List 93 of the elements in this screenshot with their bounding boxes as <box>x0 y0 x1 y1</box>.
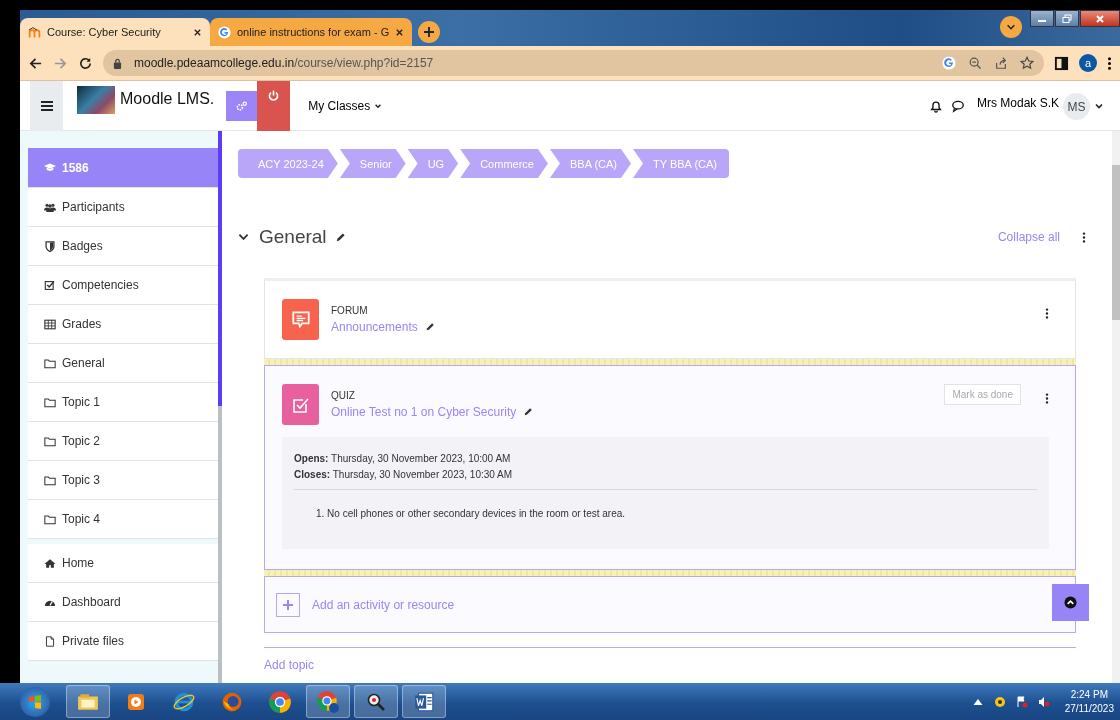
scrollbar[interactable] <box>1112 131 1120 683</box>
close-icon[interactable] <box>1080 10 1120 27</box>
folder-icon <box>44 474 56 486</box>
sidebar-item[interactable]: Private files <box>28 622 218 661</box>
graduation-cap-icon <box>44 162 56 173</box>
activity-type: FORUM <box>331 305 369 316</box>
home-icon <box>44 557 56 569</box>
site-logo-picture <box>77 86 115 114</box>
forum-icon <box>282 299 319 340</box>
pencil-icon[interactable] <box>334 231 346 243</box>
browser-tab[interactable]: online instructions for exam - G <box>210 18 413 46</box>
table-icon <box>44 318 56 330</box>
caret-icon[interactable] <box>1094 101 1104 111</box>
folder-icon <box>44 435 56 447</box>
sidebar-item[interactable]: Dashboard <box>28 583 218 622</box>
zoom-out-icon[interactable] <box>968 56 982 70</box>
sidebar-item[interactable]: Topic 2 <box>28 422 218 461</box>
section-title: General <box>259 226 327 248</box>
message-bubble-icon[interactable] <box>950 99 965 113</box>
side-panel-icon[interactable] <box>1054 55 1069 71</box>
magnifier-icon[interactable] <box>354 685 398 718</box>
plus-icon <box>423 26 436 38</box>
google-logo-icon[interactable] <box>942 56 956 70</box>
tab-title: online instructions for exam - G <box>237 26 390 38</box>
folder-icon <box>44 357 56 369</box>
close-icon[interactable] <box>193 27 202 37</box>
date-line: Closes: Thursday, 30 November 2023, 10:30 AM <box>294 468 514 482</box>
user-name[interactable]: Mrs Modak S.K <box>976 96 1059 110</box>
power-icon <box>267 89 281 102</box>
folder-icon <box>44 396 56 408</box>
chevron-icon[interactable] <box>238 233 249 241</box>
close-icon[interactable] <box>395 27 405 37</box>
word-document-icon[interactable] <box>402 685 446 718</box>
more-options-icon[interactable] <box>1107 55 1112 71</box>
windows-logo-icon <box>27 693 43 710</box>
moodle-logo-icon <box>28 25 41 39</box>
sidebar-item[interactable]: Topic 1 <box>28 383 218 422</box>
sidebar-item[interactable]: Topic 3 <box>28 461 218 500</box>
notification-bell-icon[interactable] <box>928 99 943 113</box>
tab-title: Course: Cyber Security <box>47 26 162 38</box>
restore-icon[interactable] <box>1055 10 1079 27</box>
address-bar[interactable]: moodle.pdeaamcollege.edu.in/course/view.php?id=2157 <box>103 50 1044 76</box>
file-icon <box>44 635 56 647</box>
share-icon[interactable] <box>994 56 1008 70</box>
new-tab-button[interactable] <box>418 21 441 43</box>
caret-icon <box>373 102 382 110</box>
speaker-icon[interactable] <box>1037 695 1050 708</box>
plus-icon[interactable] <box>276 592 300 617</box>
more-options-icon[interactable] <box>1082 231 1086 243</box>
google-logo-icon <box>218 25 231 39</box>
back-to-top-button[interactable] <box>1052 584 1089 621</box>
activity-type: QUIZ <box>331 390 356 401</box>
site-name[interactable]: Moodle LMS. <box>120 90 215 108</box>
quiz-checkbox-icon <box>282 384 319 425</box>
sidebar-item[interactable]: Competencies <box>28 266 218 305</box>
window-controls[interactable] <box>1030 10 1120 27</box>
folder-icon[interactable] <box>66 685 110 718</box>
people-icon <box>44 201 56 213</box>
browser-tab[interactable]: Course: Cyber Security <box>20 18 210 46</box>
more-options-icon[interactable] <box>1045 308 1049 319</box>
system-clock[interactable]: 2:24 PM 27/11/2023 <box>1064 687 1114 716</box>
chrome-profile-icon[interactable] <box>306 685 350 718</box>
checkbox-icon <box>44 279 56 291</box>
sidebar-item[interactable]: General <box>28 344 218 383</box>
gears-icon <box>235 99 249 113</box>
reload-icon[interactable] <box>78 55 93 71</box>
more-options-icon[interactable] <box>1045 393 1049 404</box>
tab-search-button[interactable] <box>1000 15 1022 38</box>
date-line: Opens: Thursday, 30 November 2023, 10:00 AM <box>294 452 512 466</box>
settings-button[interactable] <box>226 91 258 121</box>
lock-icon <box>113 57 122 69</box>
my-classes-menu[interactable]: My Classes <box>308 99 382 113</box>
sidebar-item[interactable]: Home <box>28 544 218 583</box>
sidebar-item[interactable]: Topic 4 <box>28 500 218 539</box>
menu-icon <box>40 101 53 111</box>
start-button[interactable] <box>20 686 50 717</box>
chevron-up-icon <box>1064 596 1077 609</box>
instruction-line: 1. No cell phones or other secondary devices in the room or test area. <box>315 508 627 519</box>
shield-icon <box>44 240 56 252</box>
network-warning-icon[interactable] <box>1015 695 1028 708</box>
profile-avatar[interactable]: a <box>1079 54 1097 72</box>
pencil-icon[interactable] <box>523 407 534 417</box>
minimize-icon[interactable] <box>1030 10 1054 27</box>
user-avatar[interactable]: MS <box>1063 93 1090 120</box>
star-icon[interactable] <box>1020 56 1034 70</box>
logout-button[interactable] <box>257 81 291 131</box>
sidebar-item[interactable]: Participants <box>28 188 218 227</box>
sidebar-item[interactable]: Badges <box>28 227 218 266</box>
pencil-icon[interactable] <box>424 322 435 332</box>
menu-button[interactable] <box>30 81 63 131</box>
tray-app-icon[interactable] <box>993 695 1006 708</box>
sidebar-item[interactable]: Grades <box>28 305 218 344</box>
folder-icon <box>44 513 56 525</box>
